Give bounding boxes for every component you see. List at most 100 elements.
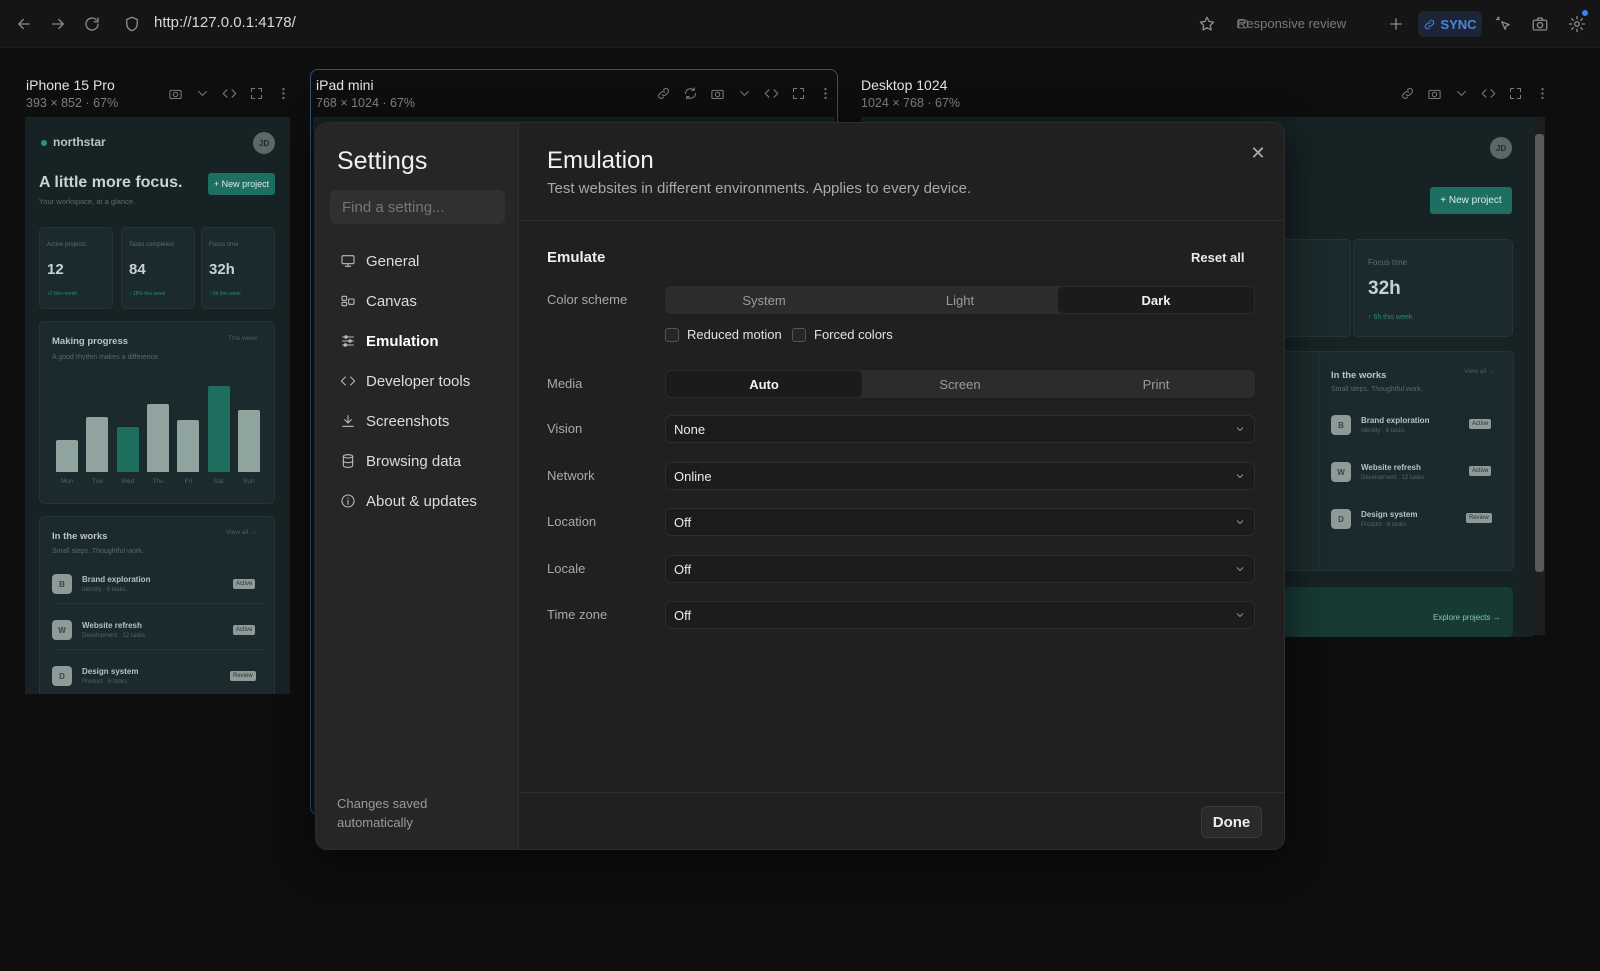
forced-colors-checkbox[interactable]: Forced colors: [792, 327, 893, 342]
pointer-icon[interactable]: [1492, 12, 1516, 36]
more-icon[interactable]: [818, 86, 833, 101]
expand-icon[interactable]: [249, 86, 264, 101]
status-badge: Review: [1466, 513, 1492, 523]
camera-icon[interactable]: [1528, 12, 1552, 36]
back-icon[interactable]: [12, 12, 36, 36]
chevron-down-icon[interactable]: [737, 86, 752, 101]
nav-item-browsing-data[interactable]: Browsing data: [340, 450, 461, 472]
expand-icon[interactable]: [1508, 86, 1523, 101]
link-icon[interactable]: [1400, 86, 1415, 101]
color-scheme-segmented: System Light Dark: [665, 286, 1255, 314]
day-label: Sat: [213, 478, 224, 485]
address-bar[interactable]: http://127.0.0.1:4178/: [154, 14, 296, 31]
layout-icon: [341, 295, 355, 307]
location-select[interactable]: Off: [665, 508, 1255, 536]
project-title[interactable]: Brand exploration: [82, 575, 150, 584]
scrollbar-thumb[interactable]: [1535, 134, 1544, 572]
page-subtitle: Test websites in different environments.…: [547, 180, 972, 197]
locale-label: Locale: [547, 561, 586, 576]
media-auto[interactable]: Auto: [666, 371, 862, 397]
avatar[interactable]: JD: [1490, 137, 1512, 159]
rotate-icon[interactable]: [683, 86, 698, 101]
project-initial: W: [52, 620, 72, 640]
autosave-note: Changes saved automatically: [337, 796, 428, 830]
nav-item-general[interactable]: General: [340, 250, 419, 272]
project-title[interactable]: Website refresh: [82, 621, 142, 630]
chevron-down-icon[interactable]: [195, 86, 210, 101]
code-icon: [340, 376, 356, 386]
done-button[interactable]: Done: [1201, 806, 1262, 838]
progress-subtitle: A good rhythm makes a difference.: [52, 354, 161, 361]
camera-icon[interactable]: [168, 86, 183, 101]
code-icon[interactable]: [222, 86, 237, 101]
project-title[interactable]: Design system: [1361, 510, 1417, 519]
bar-chart-axis: Mon Tue Wed Thu Fri Sat Sun: [52, 478, 264, 490]
new-project-button[interactable]: + New project: [1430, 187, 1512, 214]
plus-icon[interactable]: [1384, 12, 1408, 36]
info-icon: [341, 494, 355, 508]
color-scheme-light[interactable]: Light: [862, 287, 1058, 313]
checkbox-box[interactable]: [665, 327, 679, 342]
avatar[interactable]: JD: [253, 132, 275, 154]
chevron-down-icon: [1234, 423, 1246, 435]
reset-all-button[interactable]: Reset all: [1191, 250, 1244, 265]
day-label: Sun: [243, 478, 255, 485]
media-print[interactable]: Print: [1058, 371, 1254, 397]
color-scheme-dark[interactable]: Dark: [1058, 287, 1254, 313]
sync-button[interactable]: SYNC: [1418, 11, 1482, 37]
explore-link[interactable]: Explore projects →: [1433, 613, 1501, 622]
camera-icon[interactable]: [710, 86, 725, 101]
nav-item-screenshots[interactable]: Screenshots: [340, 410, 449, 432]
project-title[interactable]: Design system: [82, 667, 138, 676]
color-scheme-system[interactable]: System: [666, 287, 862, 313]
media-screen[interactable]: Screen: [862, 371, 1058, 397]
forced-colors-label: Forced colors: [814, 327, 893, 342]
code-icon[interactable]: [1481, 86, 1496, 101]
forward-icon[interactable]: [46, 12, 70, 36]
view-all-link[interactable]: View all →: [1464, 368, 1495, 375]
camera-icon[interactable]: [1427, 86, 1442, 101]
bar-mon: [56, 439, 79, 472]
nav-item-canvas[interactable]: Canvas: [340, 290, 417, 312]
bar-sat: [207, 386, 230, 472]
project-title[interactable]: Brand exploration: [1361, 416, 1429, 425]
project-title[interactable]: Website refresh: [1361, 463, 1421, 472]
locale-value: Off: [674, 561, 692, 577]
reload-icon[interactable]: [80, 12, 104, 36]
project-meta: Product · 6 tasks: [82, 679, 128, 685]
project-initial: W: [1331, 462, 1351, 482]
close-icon[interactable]: ✕: [1248, 143, 1268, 163]
timezone-select[interactable]: Off: [665, 601, 1255, 629]
star-icon[interactable]: [1195, 12, 1219, 36]
iphone-viewport[interactable]: northstar JD A little more focus. Your w…: [25, 117, 290, 694]
nav-item-emulation[interactable]: Emulation: [340, 330, 439, 352]
checkbox-box[interactable]: [792, 327, 806, 342]
new-project-button[interactable]: + New project: [208, 173, 275, 195]
day-label: Wed: [121, 478, 135, 485]
project-meta: Identity · 8 tasks: [82, 587, 126, 593]
works-title: In the works: [1331, 370, 1387, 381]
settings-search-input[interactable]: [330, 190, 505, 224]
locale-select[interactable]: Off: [665, 555, 1255, 583]
link-icon[interactable]: [656, 86, 671, 101]
responsive-review-label[interactable]: Responsive review: [1237, 16, 1346, 31]
more-icon[interactable]: [1535, 86, 1550, 101]
code-icon[interactable]: [764, 86, 779, 101]
bar-fri: [177, 420, 200, 472]
reduced-motion-checkbox[interactable]: Reduced motion: [665, 327, 782, 342]
view-all-link[interactable]: View all →: [226, 529, 257, 536]
chevron-down-icon[interactable]: [1454, 86, 1469, 101]
expand-icon[interactable]: [791, 86, 806, 101]
more-icon[interactable]: [276, 86, 291, 101]
network-select[interactable]: Online: [665, 462, 1255, 490]
nav-item-about[interactable]: About & updates: [340, 490, 477, 512]
progress-panel: Making progress A good rhythm makes a di…: [39, 321, 275, 504]
reduced-motion-label: Reduced motion: [687, 327, 782, 342]
nav-item-developer-tools[interactable]: Developer tools: [340, 370, 470, 392]
vision-select[interactable]: None: [665, 415, 1255, 443]
project-meta: Product · 6 tasks: [1361, 522, 1407, 528]
project-initial: B: [1331, 415, 1351, 435]
works-panel: In the works Small steps. Thoughtful wor…: [39, 516, 275, 694]
vision-value: None: [674, 421, 706, 437]
progress-range[interactable]: This week: [228, 335, 257, 342]
